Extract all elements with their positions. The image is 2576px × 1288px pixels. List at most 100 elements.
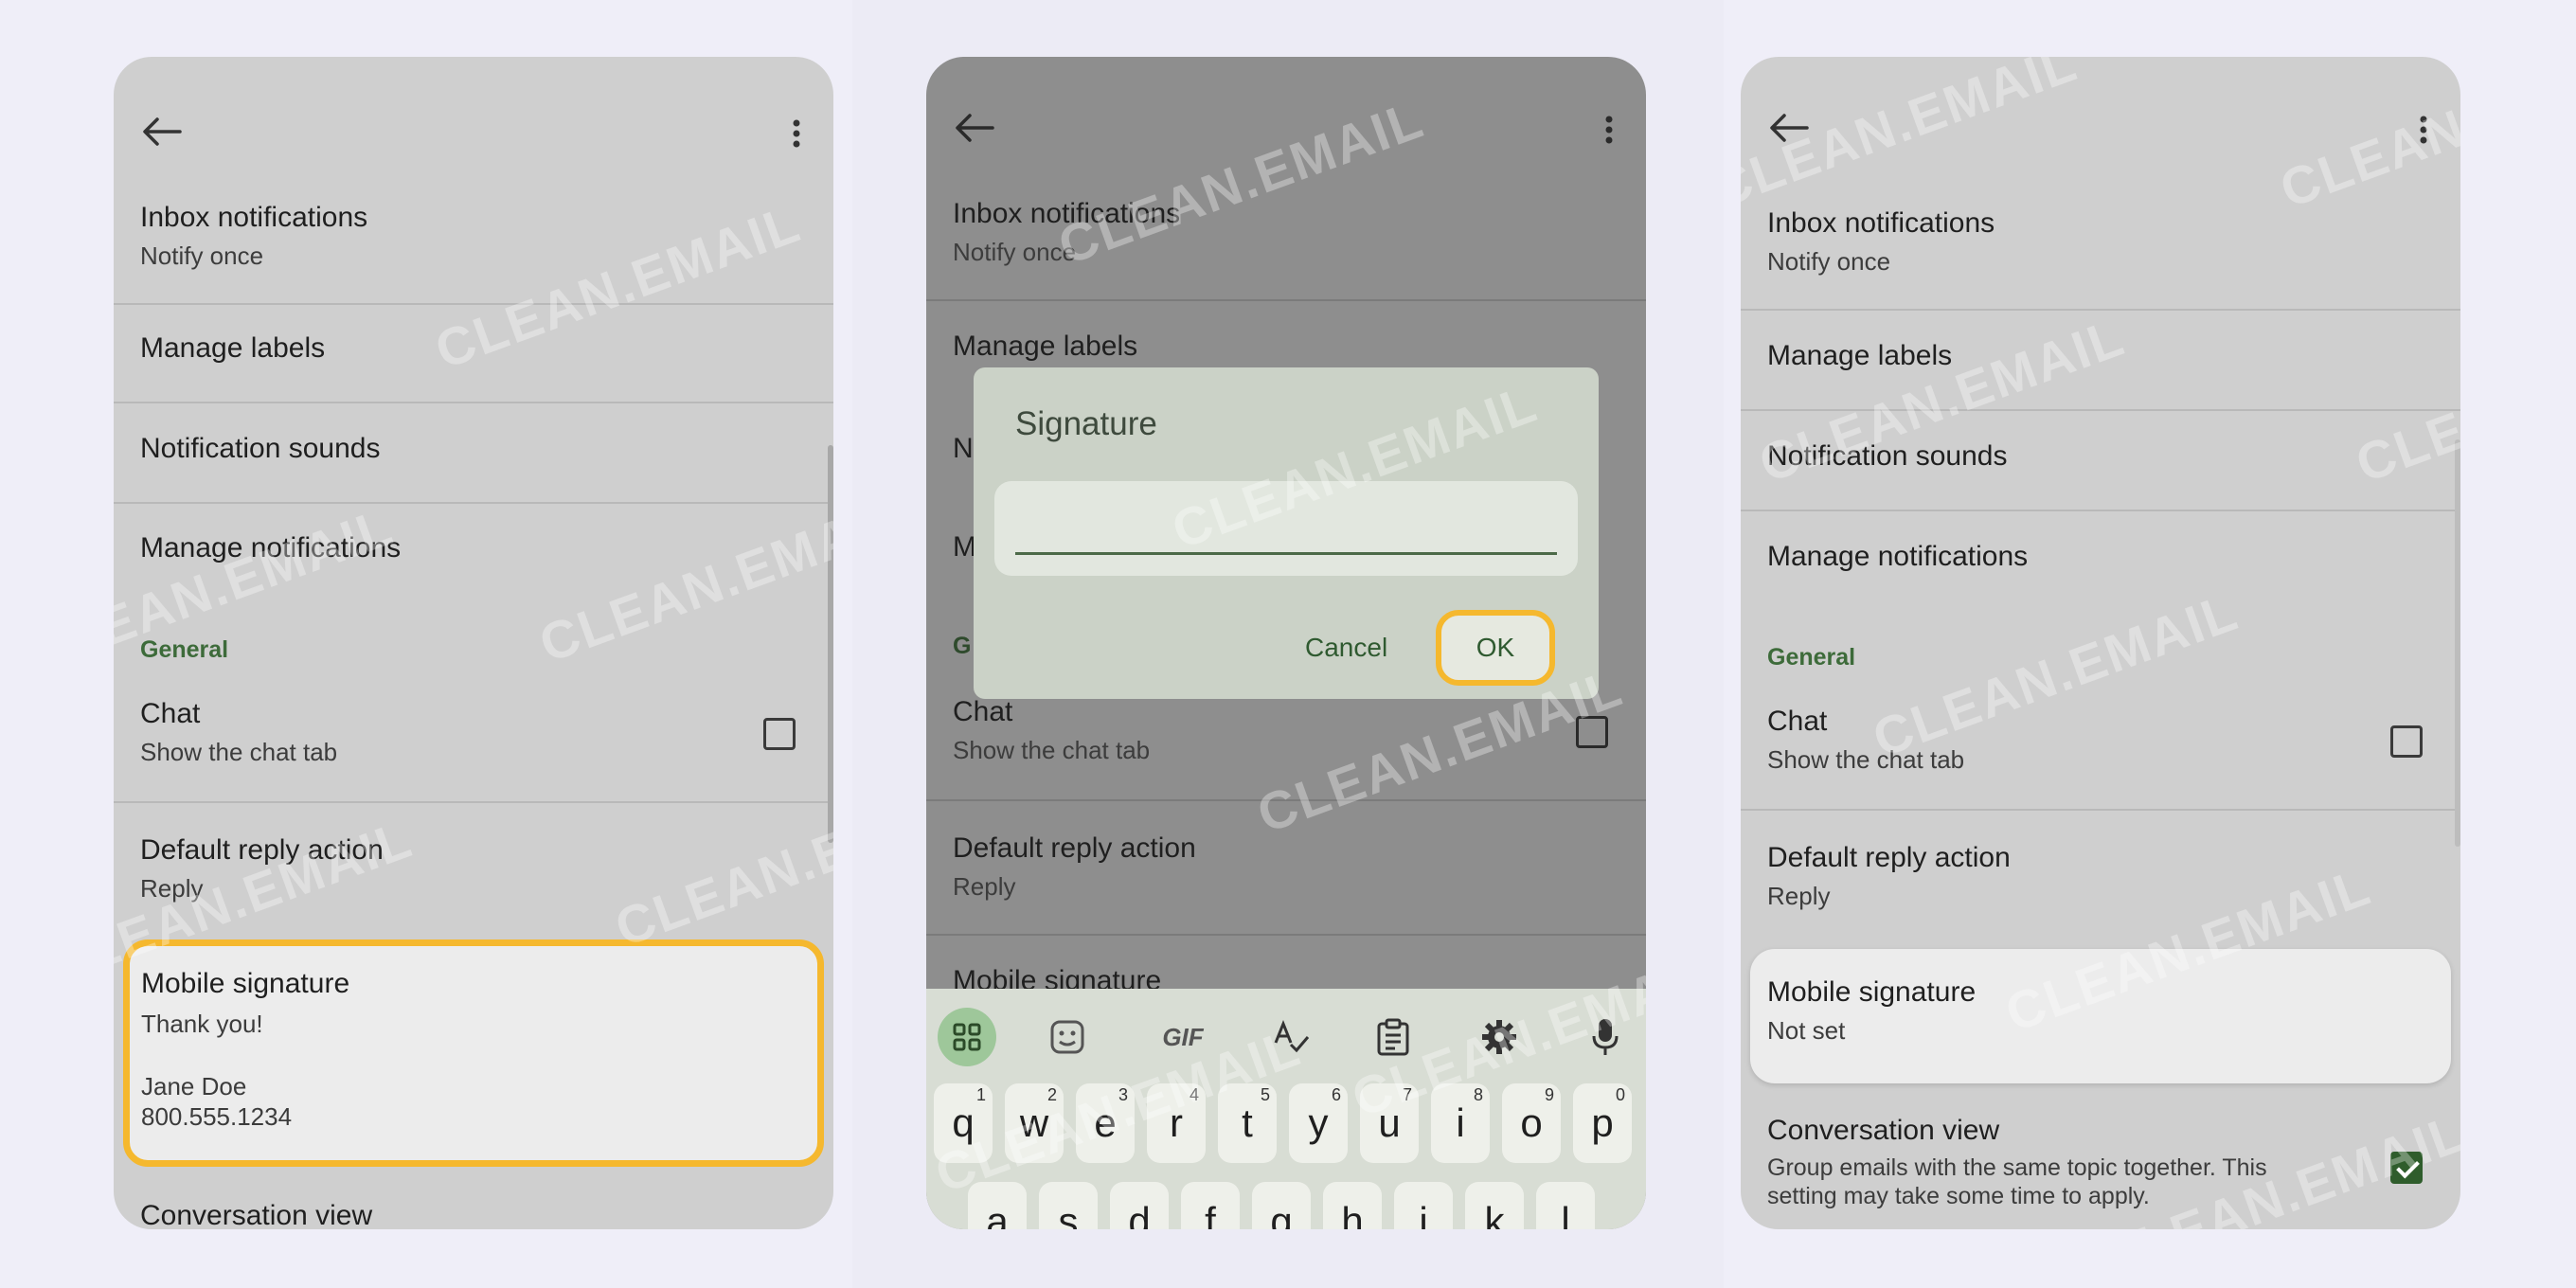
signature-line: Thank you! xyxy=(141,1010,263,1038)
spellcheck-icon[interactable] xyxy=(1265,1011,1316,1063)
key-h[interactable]: h xyxy=(1323,1182,1382,1229)
more-vert-icon[interactable] xyxy=(2419,116,2428,144)
setting-inbox-notifications[interactable]: Inbox notifications Notify once xyxy=(1741,206,2460,277)
key-d[interactable]: d xyxy=(1110,1182,1169,1229)
signature-input[interactable] xyxy=(994,481,1578,576)
section-header-general: G xyxy=(953,633,972,659)
top-app-bar xyxy=(1741,57,2460,199)
chat-checkbox[interactable] xyxy=(1576,716,1608,748)
key-number-hint: 8 xyxy=(1473,1085,1483,1104)
key-a[interactable]: a xyxy=(968,1182,1027,1229)
gif-button[interactable]: GIF xyxy=(1150,1011,1216,1063)
setting-conversation-view[interactable]: Conversation view xyxy=(114,1199,833,1229)
setting-title: Mobile signature xyxy=(1767,976,1977,1008)
chat-checkbox[interactable] xyxy=(763,718,796,750)
more-vert-icon[interactable] xyxy=(792,119,801,148)
setting-title: Manage labels xyxy=(1767,340,1953,371)
key-number-hint: 4 xyxy=(1189,1085,1199,1104)
setting-default-reply-action[interactable]: Default reply action Reply xyxy=(1741,841,2460,911)
setting-default-reply-action[interactable]: Default reply action Reply xyxy=(114,833,833,903)
key-j[interactable]: j xyxy=(1394,1182,1453,1229)
key-y[interactable]: y6 xyxy=(1289,1083,1348,1163)
setting-manage-labels[interactable]: Manage labels xyxy=(114,331,833,366)
divider xyxy=(1741,409,2460,411)
key-letter: u xyxy=(1378,1100,1401,1145)
clipboard-icon[interactable] xyxy=(1368,1011,1419,1063)
setting-default-reply-action[interactable]: Default reply action Reply xyxy=(926,832,1646,902)
divider xyxy=(114,502,833,504)
apps-grid-icon[interactable] xyxy=(938,1008,996,1066)
key-letter: w xyxy=(1019,1100,1049,1145)
setting-chat[interactable]: Chat Show the chat tab xyxy=(114,697,833,767)
scrollbar[interactable] xyxy=(2455,439,2460,847)
chat-checkbox[interactable] xyxy=(2390,725,2423,758)
key-r[interactable]: r4 xyxy=(1147,1083,1206,1163)
setting-title: Inbox notifications xyxy=(140,202,368,233)
setting-title: Conversation view xyxy=(140,1200,373,1229)
setting-conversation-view[interactable]: Conversation view Group emails with the … xyxy=(1741,1114,2460,1210)
setting-mobile-signature-highlighted[interactable]: Mobile signature Thank you! Jane Doe 800… xyxy=(123,939,824,1167)
setting-mobile-signature[interactable]: Mobile signature Not set xyxy=(1750,949,2451,1083)
conversation-view-checkbox[interactable] xyxy=(2390,1152,2423,1184)
key-o[interactable]: o9 xyxy=(1502,1083,1561,1163)
setting-notification-sounds[interactable]: Notification sounds xyxy=(114,432,833,466)
key-g[interactable]: g xyxy=(1252,1182,1311,1229)
divider xyxy=(926,299,1646,301)
key-q[interactable]: q1 xyxy=(934,1083,993,1163)
divider xyxy=(114,801,833,803)
setting-title: Chat xyxy=(1767,706,1828,737)
setting-notification-sounds[interactable]: Notification sounds xyxy=(1741,439,2460,474)
key-t[interactable]: t5 xyxy=(1218,1083,1277,1163)
back-arrow-icon[interactable] xyxy=(1769,114,1809,142)
setting-manage-notifications[interactable]: Manage notifications xyxy=(114,531,833,565)
setting-subtitle: Not set xyxy=(1767,1016,1846,1045)
key-letter: y xyxy=(1308,1100,1329,1145)
top-app-bar xyxy=(926,57,1646,199)
back-arrow-icon[interactable] xyxy=(955,114,994,142)
ok-button[interactable]: OK xyxy=(1436,610,1555,686)
key-s[interactable]: s xyxy=(1039,1182,1098,1229)
setting-title: Inbox notifications xyxy=(1767,207,1995,239)
key-i[interactable]: i8 xyxy=(1431,1083,1490,1163)
setting-manage-labels[interactable]: Manage labels xyxy=(926,330,1646,364)
phone-screen-signature-not-set: Inbox notifications Notify once Manage l… xyxy=(1741,57,2460,1229)
signature-line: Jane Doe xyxy=(141,1072,247,1100)
on-screen-keyboard: GIF q1w2e3r4t5y6u7i8o9p0 asdfghjkl xyxy=(926,989,1646,1229)
divider xyxy=(1741,309,2460,311)
setting-manage-labels[interactable]: Manage labels xyxy=(1741,339,2460,373)
setting-inbox-notifications[interactable]: Inbox notifications Notify once xyxy=(926,197,1646,267)
sticker-icon[interactable] xyxy=(1042,1011,1093,1063)
watermark: CLEAN.EMAIL xyxy=(531,486,833,674)
key-e[interactable]: e3 xyxy=(1076,1083,1135,1163)
back-arrow-icon[interactable] xyxy=(142,117,182,146)
more-vert-icon[interactable] xyxy=(1604,116,1614,144)
setting-chat[interactable]: Chat Show the chat tab xyxy=(1741,705,2460,775)
cancel-button[interactable]: Cancel xyxy=(1305,633,1387,663)
top-app-bar xyxy=(114,57,833,199)
microphone-icon[interactable] xyxy=(1580,1011,1631,1063)
key-l[interactable]: l xyxy=(1536,1182,1595,1229)
divider xyxy=(114,402,833,403)
setting-title: Default reply action xyxy=(1767,842,2011,873)
key-p[interactable]: p0 xyxy=(1573,1083,1632,1163)
key-u[interactable]: u7 xyxy=(1360,1083,1419,1163)
key-number-hint: 3 xyxy=(1118,1085,1128,1104)
setting-title: Chat xyxy=(953,696,1013,727)
setting-subtitle: Notify once xyxy=(140,242,264,270)
setting-inbox-notifications[interactable]: Inbox notifications Notify once xyxy=(114,201,833,271)
dialog-title: Signature xyxy=(1015,405,1157,442)
setting-subtitle: Show the chat tab xyxy=(1767,745,1965,774)
key-w[interactable]: w2 xyxy=(1005,1083,1064,1163)
key-number-hint: 9 xyxy=(1544,1085,1554,1104)
key-number-hint: 0 xyxy=(1615,1085,1625,1104)
setting-manage-notifications[interactable]: Manage notifications xyxy=(1741,540,2460,574)
key-number-hint: 7 xyxy=(1402,1085,1412,1104)
key-f[interactable]: f xyxy=(1181,1182,1240,1229)
key-k[interactable]: k xyxy=(1465,1182,1524,1229)
divider xyxy=(1741,809,2460,811)
setting-chat[interactable]: Chat Show the chat tab xyxy=(926,695,1646,765)
setting-subtitle: Notify once xyxy=(953,238,1077,266)
key-letter: p xyxy=(1591,1100,1614,1145)
scrollbar[interactable] xyxy=(828,445,833,843)
settings-gear-icon[interactable] xyxy=(1474,1011,1525,1063)
